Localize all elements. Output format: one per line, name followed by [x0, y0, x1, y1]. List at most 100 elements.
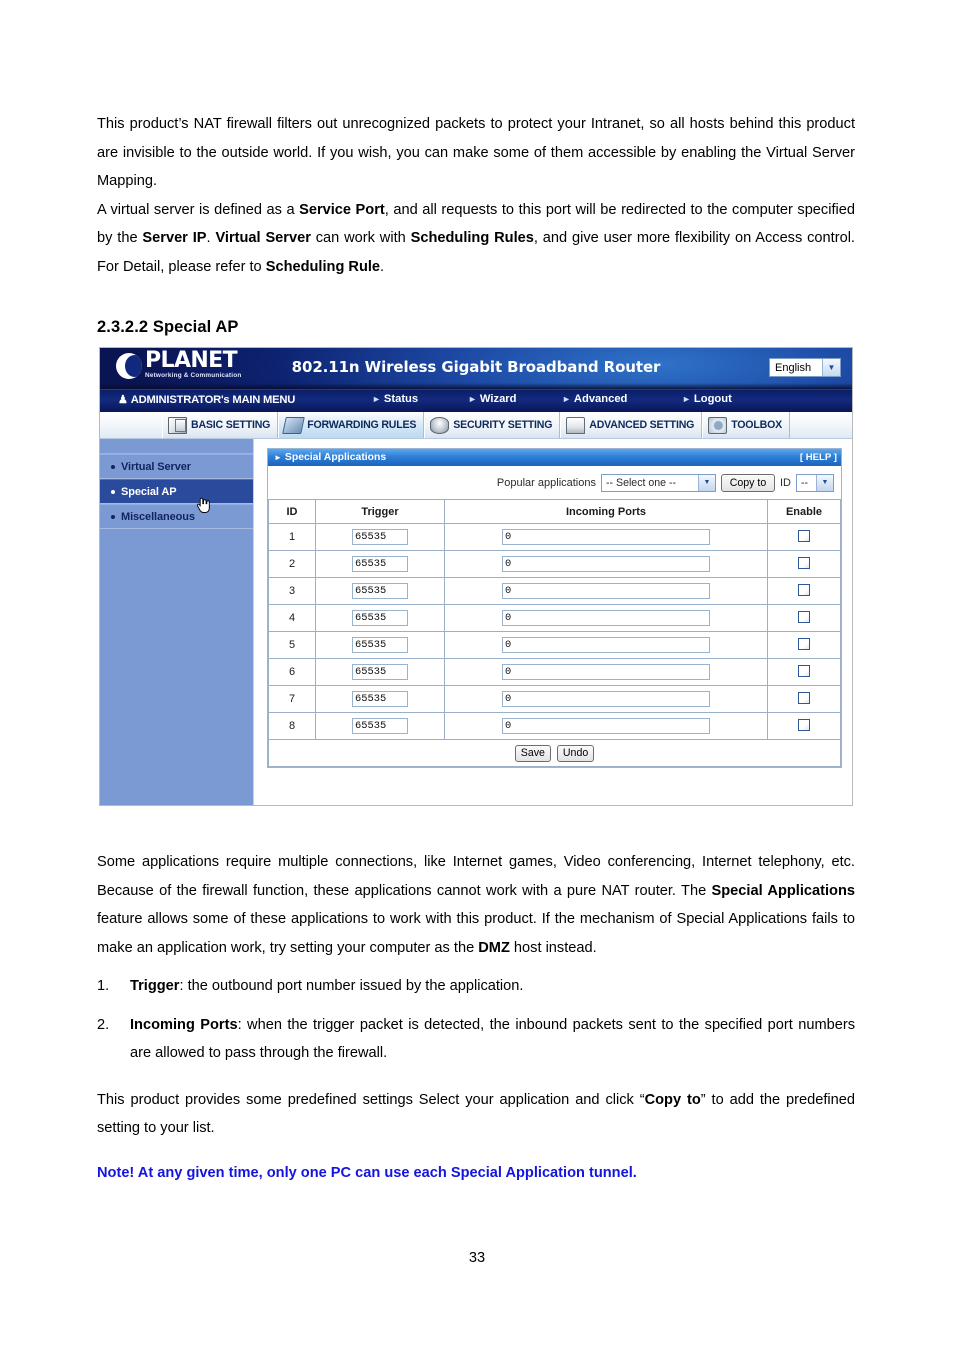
text-gap: [97, 1068, 855, 1086]
advanced-icon: [566, 416, 586, 434]
trigger-input[interactable]: 65535: [352, 664, 408, 680]
table-row: 4 65535 0: [268, 604, 841, 632]
incoming-ports-input[interactable]: 0: [502, 664, 710, 680]
row-trigger-cell: 65535: [315, 712, 445, 740]
sidebar-item-miscellaneous-label: Miscellaneous: [121, 510, 195, 523]
menu-item-status[interactable]: ► Status: [372, 393, 418, 405]
save-button[interactable]: Save: [514, 744, 551, 762]
menu-item-logout[interactable]: ► Logout: [682, 393, 732, 405]
list-item-incoming-ports: 2. Incoming Ports: when the trigger pack…: [97, 1011, 855, 1068]
row-trigger-cell: 65535: [315, 658, 445, 686]
copy-to-button[interactable]: Copy to: [721, 473, 775, 492]
row-id-cell: 7: [268, 685, 316, 713]
popular-applications-select[interactable]: -- Select one -- ▼: [601, 473, 716, 492]
tab-advanced-setting[interactable]: ADVANCED SETTING: [560, 412, 703, 438]
enable-checkbox[interactable]: [798, 718, 810, 731]
router-model-title: 802.11n Wireless Gigabit Broadband Route…: [291, 358, 661, 376]
id-select[interactable]: -- ▼: [796, 473, 834, 492]
special-applications-panel: ► Special Applications [ HELP ] Popular …: [267, 448, 842, 768]
undo-button[interactable]: Undo: [556, 744, 595, 762]
sidebar-item-virtual-server[interactable]: Virtual Server: [100, 454, 253, 479]
row-id-cell: 2: [268, 550, 316, 578]
shield-icon: [430, 416, 450, 434]
chevron-down-icon[interactable]: ▼: [698, 474, 715, 491]
sidebar-item-miscellaneous[interactable]: Miscellaneous: [100, 504, 253, 529]
enable-checkbox[interactable]: [798, 529, 810, 542]
sidebar-item-virtual-server-label: Virtual Server: [121, 460, 191, 473]
trigger-input[interactable]: 65535: [352, 610, 408, 626]
tab-security-setting-label: SECURITY SETTING: [453, 419, 553, 431]
row-incoming-ports-cell: 0: [444, 685, 768, 713]
panel-title-text: Special Applications: [284, 452, 387, 463]
triangle-right-icon: ►: [468, 394, 477, 404]
row-enable-cell: [767, 577, 841, 605]
popular-applications-value: -- Select one --: [606, 476, 677, 489]
row-id-cell: 5: [268, 631, 316, 659]
enable-checkbox[interactable]: [798, 583, 810, 596]
incoming-ports-input[interactable]: 0: [502, 529, 710, 545]
language-value: English: [775, 361, 812, 374]
popular-applications-row: Popular applications -- Select one -- ▼ …: [268, 466, 841, 499]
trigger-input[interactable]: 65535: [352, 718, 408, 734]
admin-main-menu-label[interactable]: ♟ ADMINISTRATOR's MAIN MENU: [118, 393, 295, 406]
p3-bold-special-applications: Special Applications: [711, 882, 855, 899]
id-select-value: --: [801, 476, 809, 489]
list-item-1-text: Trigger: the outbound port number issued…: [130, 972, 855, 1001]
table-footer-row: Save Undo: [268, 739, 841, 767]
p4-bold-copy-to: Copy to: [644, 1091, 701, 1108]
chevron-down-icon[interactable]: ▼: [822, 359, 840, 376]
chevron-down-icon[interactable]: ▼: [816, 474, 833, 491]
p4-seg-a: This product provides some predefined se…: [97, 1091, 645, 1108]
row-incoming-ports-cell: 0: [444, 523, 768, 551]
row-enable-cell: [767, 604, 841, 632]
sidebar-item-special-ap-label: Special AP: [121, 485, 177, 498]
note-text: Note! At any given time, only one PC can…: [97, 1164, 637, 1181]
table-row: 1 65535 0: [268, 523, 841, 551]
trigger-input[interactable]: 65535: [352, 529, 408, 545]
trigger-input[interactable]: 65535: [352, 583, 408, 599]
row-enable-cell: [767, 685, 841, 713]
help-link[interactable]: [ HELP ]: [800, 452, 837, 463]
paragraph-4: This product provides some predefined se…: [97, 1086, 855, 1143]
incoming-ports-input[interactable]: 0: [502, 691, 710, 707]
paragraph-3: Some applications require multiple conne…: [97, 848, 855, 962]
tab-toolbox[interactable]: TOOLBOX: [702, 412, 790, 438]
enable-checkbox[interactable]: [798, 637, 810, 650]
router-body: Virtual Server Special AP Miscellaneous …: [100, 439, 852, 805]
sidebar-item-special-ap[interactable]: Special AP: [100, 479, 253, 504]
incoming-ports-input[interactable]: 0: [502, 718, 710, 734]
triangle-right-icon: ►: [274, 453, 282, 462]
tab-forwarding-rules[interactable]: FORWARDING RULES: [278, 412, 425, 438]
row-enable-cell: [767, 712, 841, 740]
tab-toolbox-label: TOOLBOX: [731, 419, 782, 431]
menu-item-wizard-label: Wizard: [479, 393, 517, 405]
toolbox-icon: [708, 416, 728, 434]
tab-basic-setting[interactable]: BASIC SETTING: [162, 412, 279, 438]
language-select[interactable]: English ▼: [769, 358, 841, 377]
sidebar-top-spacer: [100, 443, 253, 454]
bullet-icon: [111, 514, 115, 519]
row-incoming-ports-cell: 0: [444, 550, 768, 578]
enable-checkbox[interactable]: [798, 664, 810, 677]
incoming-ports-input[interactable]: 0: [502, 556, 710, 572]
trigger-input[interactable]: 65535: [352, 691, 408, 707]
incoming-ports-input[interactable]: 0: [502, 610, 710, 626]
enable-checkbox[interactable]: [798, 691, 810, 704]
row-incoming-ports-cell: 0: [444, 631, 768, 659]
popular-applications-label: Popular applications: [496, 476, 596, 489]
enable-checkbox[interactable]: [798, 610, 810, 623]
tab-security-setting[interactable]: SECURITY SETTING: [424, 412, 561, 438]
menu-item-advanced[interactable]: ► Advanced: [562, 393, 627, 405]
trigger-input[interactable]: 65535: [352, 637, 408, 653]
enable-checkbox[interactable]: [798, 556, 810, 569]
list-item-2-rest: : when the trigger packet is detected, t…: [130, 1016, 855, 1062]
menu-item-wizard[interactable]: ► Wizard: [468, 393, 517, 405]
trigger-input[interactable]: 65535: [352, 556, 408, 572]
incoming-ports-input[interactable]: 0: [502, 583, 710, 599]
router-header-banner: PLANET Networking & Communication 802.11…: [100, 348, 852, 389]
incoming-ports-input[interactable]: 0: [502, 637, 710, 653]
list-item-2-number: 2.: [97, 1016, 110, 1033]
row-id-cell: 3: [268, 577, 316, 605]
page-number: 33: [468, 1250, 486, 1266]
list-item-2-text: Incoming Ports: when the trigger packet …: [130, 1011, 855, 1068]
